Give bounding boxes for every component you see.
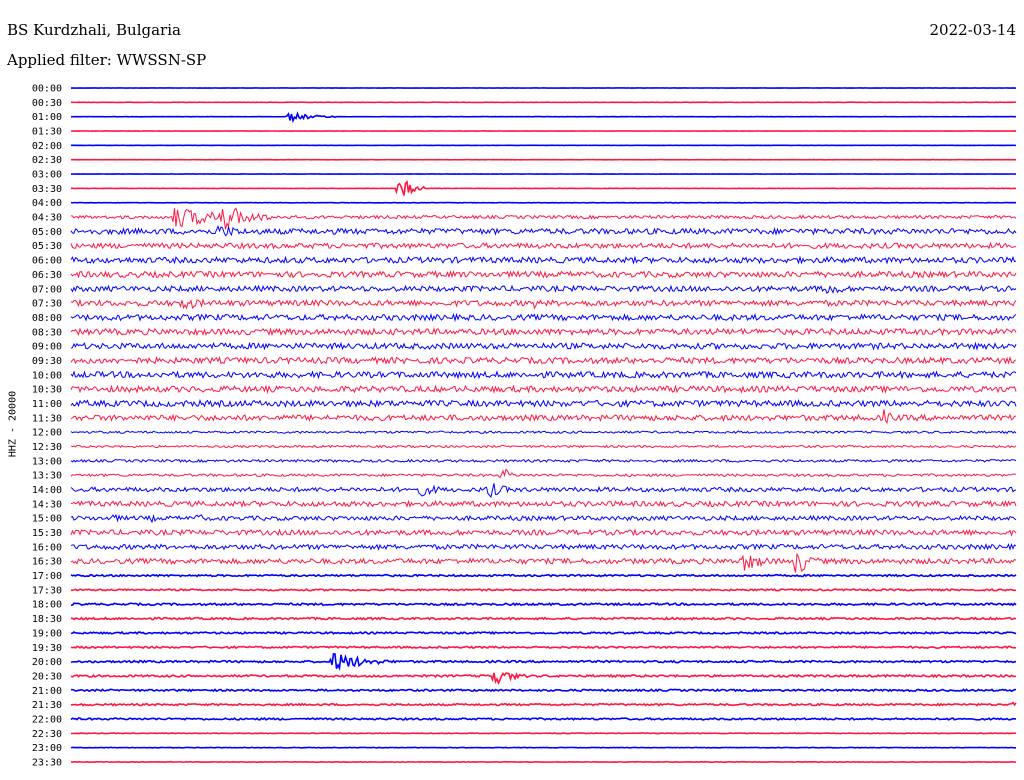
time-label-0230: 02:30	[32, 155, 62, 166]
time-label-2030: 20:30	[32, 671, 62, 682]
trace-2000	[70, 652, 1017, 672]
time-label-1000: 10:00	[32, 370, 62, 381]
time-label-0300: 03:00	[32, 170, 62, 181]
trace-1400	[70, 483, 1017, 499]
time-label-1200: 12:00	[32, 428, 62, 439]
trace-1000	[70, 370, 1017, 380]
trace-0530	[70, 241, 1017, 250]
trace-1830	[70, 616, 1017, 621]
time-label-0500: 05:00	[32, 227, 62, 238]
trace-1300	[70, 458, 1017, 463]
time-label-0330: 03:30	[32, 184, 62, 195]
time-label-1630: 16:30	[32, 557, 62, 568]
trace-0930	[70, 355, 1017, 366]
trace-2330	[70, 760, 1017, 764]
trace-0100	[70, 111, 1016, 124]
time-label-0700: 07:00	[32, 284, 62, 295]
trace-1800	[70, 602, 1017, 607]
time-label-0030: 00:30	[32, 98, 62, 109]
time-label-1400: 14:00	[32, 485, 62, 496]
trace-1200	[70, 430, 1017, 434]
trace-2130	[70, 701, 1017, 707]
trace-2200	[70, 716, 1017, 721]
trace-0630	[70, 269, 1017, 279]
time-label-0930: 09:30	[32, 356, 62, 367]
time-label-0730: 07:30	[32, 299, 62, 310]
time-label-0100: 01:00	[32, 112, 62, 123]
trace-0900	[70, 341, 1017, 351]
trace-1530	[70, 528, 1017, 537]
time-label-1730: 17:30	[32, 585, 62, 596]
trace-1230	[70, 444, 1017, 449]
time-label-1830: 18:30	[32, 614, 62, 625]
time-label-2230: 22:30	[32, 729, 62, 740]
time-label-2200: 22:00	[32, 714, 62, 725]
time-label-1700: 17:00	[32, 571, 62, 582]
time-label-0600: 06:00	[32, 256, 62, 267]
trace-2100	[70, 688, 1017, 693]
trace-1600	[70, 542, 1017, 551]
time-label-1330: 13:30	[32, 471, 62, 482]
trace-1330	[70, 468, 1017, 479]
trace-1930	[70, 645, 1017, 650]
trace-1430	[70, 499, 1017, 509]
trace-1030	[70, 384, 1017, 395]
trace-1130	[70, 409, 1017, 425]
time-label-0830: 08:30	[32, 327, 62, 338]
trace-0800	[70, 312, 1017, 323]
trace-1730	[70, 588, 1017, 592]
time-label-0400: 04:00	[32, 198, 62, 209]
time-label-0800: 08:00	[32, 313, 62, 324]
time-label-2130: 21:30	[32, 700, 62, 711]
time-label-1230: 12:30	[32, 442, 62, 453]
trace-1700	[70, 573, 1017, 578]
trace-0830	[70, 327, 1017, 337]
trace-1630	[70, 553, 1017, 573]
helicorder-plot: 00:00 00:30 01:00 01:30 02:00 02:30 03:00 03:30…	[32, 84, 1017, 768]
trace-2300	[70, 746, 1017, 749]
time-label-1900: 19:00	[32, 628, 62, 639]
time-label-1430: 14:30	[32, 499, 62, 510]
time-label-1500: 15:00	[32, 514, 62, 525]
time-label-0900: 09:00	[32, 342, 62, 353]
time-label-1600: 16:00	[32, 542, 62, 553]
time-label-0000: 00:00	[32, 84, 62, 95]
time-label-1030: 10:30	[32, 385, 62, 396]
trace-0330	[70, 180, 1017, 196]
time-label-1800: 18:00	[32, 600, 62, 611]
time-label-0630: 06:30	[32, 270, 62, 281]
trace-1900	[70, 630, 1017, 636]
time-label-0530: 05:30	[32, 241, 62, 252]
trace-0430	[70, 207, 1017, 230]
time-label-2000: 20:00	[32, 657, 62, 668]
trace-0500	[70, 224, 1017, 237]
time-label-2100: 21:00	[32, 686, 62, 697]
trace-2030	[70, 672, 1017, 686]
trace-0700	[70, 284, 1017, 295]
time-label-1100: 11:00	[32, 399, 62, 410]
trace-1100	[70, 398, 1017, 409]
time-label-0200: 02:00	[32, 141, 62, 152]
trace-1500	[70, 513, 1017, 524]
time-label-0130: 01:30	[32, 127, 62, 138]
trace-0600	[70, 255, 1017, 265]
time-label-1530: 15:30	[32, 528, 62, 539]
time-label-2300: 23:00	[32, 743, 62, 754]
time-label-1300: 13:00	[32, 456, 62, 467]
trace-2230	[70, 732, 1017, 735]
time-label-2330: 23:30	[32, 757, 62, 768]
time-label-1930: 19:30	[32, 643, 62, 654]
time-label-1130: 11:30	[32, 413, 62, 424]
trace-0730	[70, 298, 1017, 310]
time-label-0430: 04:30	[32, 213, 62, 224]
